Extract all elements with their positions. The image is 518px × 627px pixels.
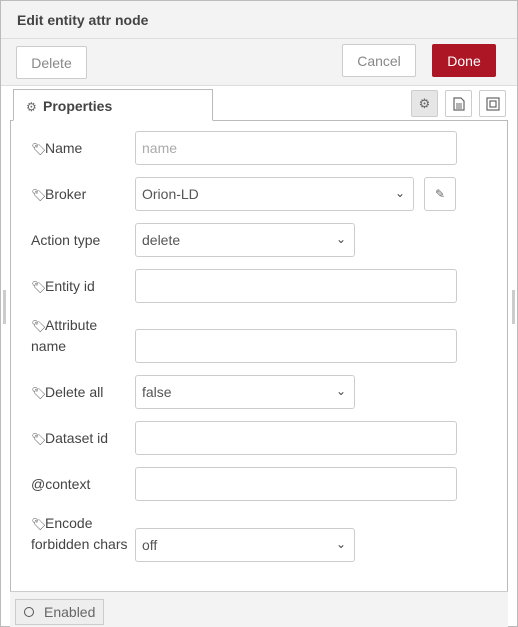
broker-select[interactable]: Orion-LD ⌄ <box>135 177 414 211</box>
name-label: Name <box>45 140 83 156</box>
done-button[interactable]: Done <box>432 44 496 77</box>
entity-id-label: Entity id <box>45 278 95 294</box>
context-label: @context <box>31 476 91 492</box>
document-icon <box>452 96 465 111</box>
tag-icon: 🏷︎ <box>31 432 47 446</box>
broker-label: Broker <box>45 186 87 202</box>
broker-value: Orion-LD <box>142 186 199 202</box>
tab-properties[interactable]: ⚙ Properties <box>13 89 213 121</box>
edit-dialog: Edit entity attr node Delete Cancel Done… <box>0 0 518 627</box>
tag-icon: 🏷︎ <box>31 517 47 531</box>
dataset-id-input[interactable] <box>135 421 457 455</box>
encode-label-2: forbidden chars <box>31 536 128 552</box>
pencil-icon: ✎ <box>434 187 446 201</box>
name-input[interactable]: name <box>135 131 457 165</box>
frame-icon <box>485 96 500 111</box>
properties-gear-button[interactable]: ⚙ <box>411 90 438 117</box>
tag-icon: 🏷︎ <box>31 188 47 202</box>
chevron-down-icon: ⌄ <box>335 384 346 398</box>
appearance-button[interactable] <box>479 90 506 117</box>
delete-all-label: Delete all <box>45 384 104 400</box>
action-type-label: Action type <box>31 232 101 248</box>
delete-all-select[interactable]: false ⌄ <box>135 375 355 409</box>
right-resize-handle[interactable] <box>512 290 515 324</box>
encode-select[interactable]: off ⌄ <box>135 528 355 562</box>
encode-value: off <box>142 537 158 553</box>
edit-broker-button[interactable]: ✎ <box>424 177 456 211</box>
attribute-name-label-1: Attribute <box>45 317 98 333</box>
tag-icon: 🏷︎ <box>31 280 47 294</box>
enabled-label: Enabled <box>44 604 96 620</box>
dataset-id-label: Dataset id <box>45 430 109 446</box>
properties-form: 🏷︎Name name 🏷︎Broker Orion-LD ⌄ ✎ Action… <box>10 121 508 591</box>
action-type-value: delete <box>142 232 181 248</box>
context-input[interactable] <box>135 467 457 501</box>
chevron-down-icon: ⌄ <box>335 537 346 551</box>
gear-icon: ⚙ <box>418 95 431 111</box>
tag-icon: 🏷︎ <box>31 386 47 400</box>
encode-label-1: Encode <box>45 515 93 531</box>
circle-icon <box>24 607 34 617</box>
entity-id-input[interactable] <box>135 269 457 303</box>
dialog-footer: Enabled <box>10 591 508 627</box>
attribute-name-input[interactable] <box>135 329 457 363</box>
enabled-toggle[interactable]: Enabled <box>15 599 104 625</box>
tag-icon: 🏷︎ <box>31 319 47 333</box>
cancel-button[interactable]: Cancel <box>342 44 416 77</box>
dialog-title: Edit entity attr node <box>1 1 517 39</box>
left-resize-handle[interactable] <box>3 290 6 324</box>
gear-icon: ⚙ <box>26 100 37 114</box>
description-button[interactable] <box>445 90 472 117</box>
delete-button[interactable]: Delete <box>16 46 87 79</box>
attribute-name-label-2: name <box>31 338 67 354</box>
delete-all-value: false <box>142 384 172 400</box>
chevron-down-icon: ⌄ <box>335 232 346 246</box>
chevron-down-icon: ⌄ <box>394 186 405 200</box>
action-type-select[interactable]: delete ⌄ <box>135 223 355 257</box>
tab-bar: ⚙ Properties ⚙ <box>10 87 508 121</box>
tag-icon: 🏷︎ <box>31 142 47 156</box>
dialog-toolbar: Delete Cancel Done <box>1 39 517 86</box>
tab-properties-label: Properties <box>43 98 113 114</box>
